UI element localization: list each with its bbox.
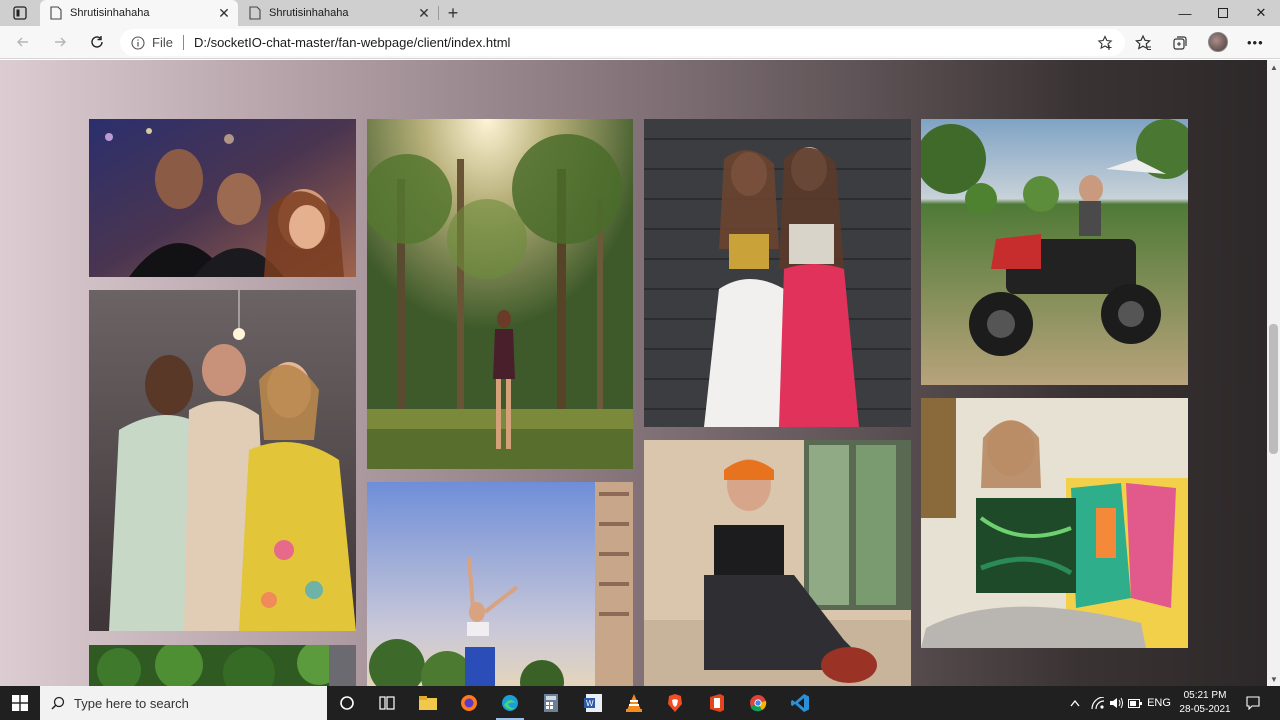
show-hidden-icons-icon[interactable] — [1066, 686, 1084, 720]
tab-title: Shrutisinhahaha — [269, 7, 349, 19]
photo-park-trees[interactable] — [367, 119, 633, 469]
task-view-icon[interactable] — [367, 686, 407, 720]
clock-time: 05:21 PM — [1183, 690, 1227, 701]
browser-toolbar: File D:/socketIO-chat-master/fan-webpage… — [0, 26, 1280, 59]
back-icon[interactable] — [10, 30, 36, 54]
tab-title: Shrutisinhahaha — [70, 7, 150, 19]
notification-icon[interactable] — [1240, 686, 1266, 720]
scroll-thumb[interactable] — [1269, 324, 1278, 454]
close-window-icon[interactable]: ✕ — [1242, 0, 1280, 26]
photo-sky-celebration[interactable] — [367, 482, 633, 686]
info-icon[interactable] — [131, 35, 145, 50]
scroll-up-icon[interactable]: ▲ — [1270, 63, 1278, 72]
url-scheme: File — [152, 35, 173, 50]
battery-icon[interactable] — [1126, 686, 1144, 720]
office-icon[interactable] — [697, 686, 737, 720]
tab-actions-icon[interactable] — [6, 4, 34, 22]
photo-painting-canvas[interactable] — [921, 398, 1188, 648]
tab-inactive[interactable]: Shrutisinhahaha ✕ — [239, 0, 438, 26]
minimize-icon[interactable]: — — [1166, 0, 1204, 26]
chrome-icon[interactable] — [738, 686, 778, 720]
add-favorite-icon[interactable] — [1097, 35, 1113, 51]
tab-strip: Shrutisinhahaha ✕ Shrutisinhahaha ✕ + — … — [0, 0, 1280, 26]
url-divider — [182, 35, 184, 50]
photo-greenery-partial[interactable] — [89, 645, 356, 686]
tab-active[interactable]: Shrutisinhahaha ✕ — [40, 0, 238, 26]
language-indicator[interactable]: ENG — [1146, 686, 1172, 720]
tab-divider — [438, 6, 439, 20]
windows-start-icon[interactable] — [0, 686, 40, 720]
system-clock[interactable]: 05:21 PM 28-05-2021 — [1172, 689, 1238, 717]
collections-icon[interactable] — [1171, 34, 1189, 52]
page-scrollbar[interactable]: ▲ ▼ — [1267, 60, 1280, 686]
photo-atv-ride[interactable] — [921, 119, 1188, 385]
word-icon[interactable]: W — [573, 686, 613, 720]
vscode-icon[interactable] — [780, 686, 820, 720]
photo-group-selfie-party[interactable] — [89, 119, 356, 277]
svg-text:W: W — [586, 699, 594, 708]
photo-group-hug-yellow-lehenga[interactable] — [89, 290, 356, 631]
taskbar-search[interactable]: Type here to search — [40, 686, 327, 720]
volume-icon[interactable] — [1106, 686, 1126, 720]
more-icon[interactable]: ••• — [1247, 35, 1264, 50]
search-icon — [51, 696, 65, 710]
photo-mirror-selfie-orange-beanie[interactable] — [644, 440, 911, 686]
close-icon[interactable]: ✕ — [416, 5, 432, 21]
vlc-icon[interactable] — [614, 686, 654, 720]
favorites-icon[interactable] — [1134, 34, 1152, 52]
gallery-page — [0, 60, 1267, 686]
firefox-icon[interactable] — [449, 686, 489, 720]
page-icon — [50, 6, 62, 20]
page-icon — [249, 6, 261, 20]
wifi-icon[interactable] — [1086, 686, 1108, 720]
photo-two-women-brick-wall[interactable] — [644, 119, 911, 427]
profile-avatar[interactable] — [1208, 32, 1228, 52]
file-explorer-icon[interactable] — [408, 686, 448, 720]
clock-date: 28-05-2021 — [1179, 704, 1231, 715]
search-placeholder: Type here to search — [74, 695, 189, 711]
forward-icon[interactable] — [47, 30, 73, 54]
edge-icon[interactable] — [490, 686, 530, 720]
close-icon[interactable]: ✕ — [216, 5, 232, 21]
refresh-icon[interactable] — [84, 30, 110, 54]
calculator-icon[interactable] — [531, 686, 571, 720]
maximize-icon[interactable] — [1204, 0, 1242, 26]
new-tab-icon[interactable]: + — [444, 3, 462, 23]
url-text[interactable]: D:/socketIO-chat-master/fan-webpage/clie… — [194, 35, 510, 50]
address-bar[interactable]: File D:/socketIO-chat-master/fan-webpage… — [120, 29, 1125, 56]
scroll-down-icon[interactable]: ▼ — [1270, 675, 1278, 684]
windows-taskbar: Type here to search W ENG 05:21 PM 28-05… — [0, 686, 1280, 720]
cortana-icon[interactable] — [327, 686, 367, 720]
brave-icon[interactable] — [655, 686, 695, 720]
